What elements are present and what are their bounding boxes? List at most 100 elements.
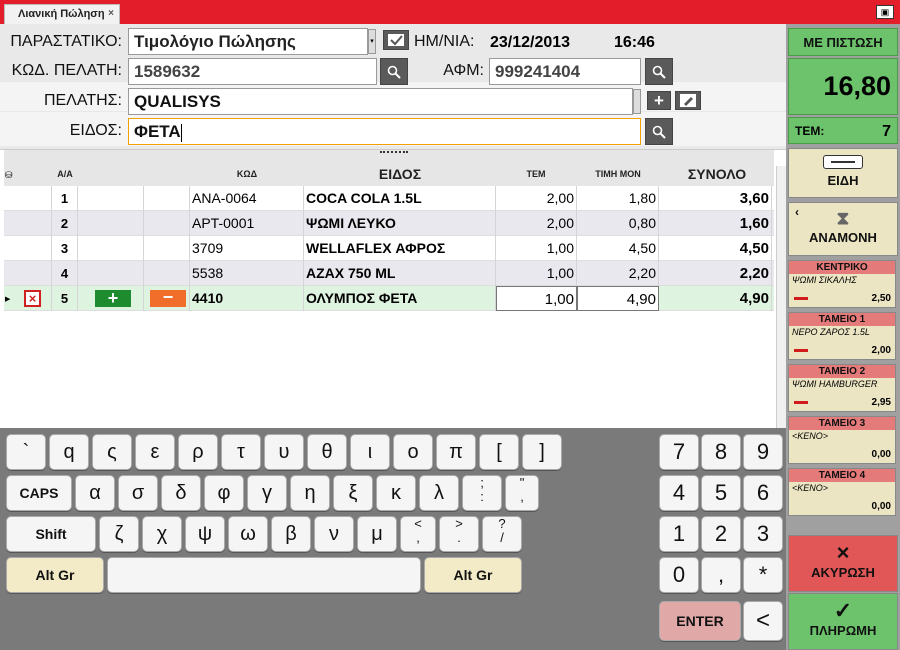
key[interactable]: [ [479, 434, 519, 470]
add-icon[interactable]: + [647, 91, 671, 110]
item-label: ΕΙΔΟΣ: [69, 122, 122, 139]
vat-field[interactable]: 999241404 [489, 58, 641, 85]
hold-slot[interactable]: ΚΕΝΤΡΙΚΟ ΨΩΜΙ ΣΙΚΑΛΗΣ 2,50 [788, 260, 896, 308]
altgr-right-key[interactable]: Alt Gr [424, 557, 522, 593]
key[interactable]: π [436, 434, 476, 470]
qty-input[interactable]: 1,00 [496, 286, 577, 311]
key[interactable]: σ [118, 475, 158, 511]
key[interactable]: ] [522, 434, 562, 470]
key[interactable]: ξ [333, 475, 373, 511]
grid-settings-icon[interactable]: ⛁ [5, 170, 13, 181]
tab-retail-sale[interactable]: Λιανική Πώληση × [4, 4, 120, 24]
key[interactable]: θ [307, 434, 347, 470]
chevron-down-icon[interactable]: ▾ [368, 29, 376, 54]
key[interactable]: ρ [178, 434, 218, 470]
status-bar [794, 297, 808, 300]
shift-key[interactable]: Shift [6, 516, 96, 552]
row-qty: 1,00 [496, 261, 577, 286]
hold-slot[interactable]: ΤΑΜΕΙΟ 3 <ΚΕΝΟ> 0,00 [788, 416, 896, 464]
key[interactable]: ω [228, 516, 268, 552]
delete-row-icon[interactable]: × [24, 290, 41, 307]
key[interactable]: ε [135, 434, 175, 470]
table-row-selected[interactable]: ▶ × 5 + − 4410 ΟΛΥΜΠΟΣ ΦΕΤΑ 1,00 4,90 4,… [4, 286, 774, 311]
increase-qty-icon[interactable]: + [95, 289, 131, 307]
quote-key[interactable]: ", [505, 475, 539, 511]
hold-button[interactable]: ‹ ⧗ ΑΝΑΜΟΝΗ [788, 202, 898, 256]
key[interactable]: τ [221, 434, 261, 470]
checkmark-icon[interactable] [383, 30, 409, 50]
cancel-button[interactable]: × ΑΚΥΡΩΣΗ [788, 535, 898, 592]
close-icon: × [836, 540, 850, 565]
column-total: ΣΥΝΟΛΟ [687, 166, 747, 182]
key[interactable]: α [75, 475, 115, 511]
customer-field[interactable]: QUALISYS [128, 88, 633, 115]
key[interactable]: ι [350, 434, 390, 470]
key[interactable]: ν [314, 516, 354, 552]
pay-button[interactable]: ✓ ΠΛΗΡΩΜΗ [788, 593, 898, 650]
key[interactable]: υ [264, 434, 304, 470]
key[interactable]: ς [92, 434, 132, 470]
numpad-key[interactable]: 7 [659, 434, 699, 470]
row-aa: 4 [52, 261, 78, 286]
key[interactable]: γ [247, 475, 287, 511]
enter-key[interactable]: ENTER [659, 601, 741, 641]
semicolon-key[interactable]: ;: [462, 475, 502, 511]
space-key[interactable] [107, 557, 421, 593]
numpad-key[interactable]: * [743, 557, 783, 593]
search-icon[interactable] [380, 58, 408, 85]
row-aa: 2 [52, 211, 78, 236]
caps-key[interactable]: CAPS [6, 475, 72, 511]
key[interactable]: δ [161, 475, 201, 511]
key[interactable]: κ [376, 475, 416, 511]
edit-icon[interactable] [675, 91, 701, 110]
numpad-key[interactable]: 1 [659, 516, 699, 552]
numpad-key[interactable]: 3 [743, 516, 783, 552]
key[interactable]: χ [142, 516, 182, 552]
numpad-key[interactable]: 5 [701, 475, 741, 511]
customer-code-field[interactable]: 1589632 [128, 58, 377, 85]
hold-slot[interactable]: ΤΑΜΕΙΟ 2 ΨΩΜΙ HAMBURGER 2,95 [788, 364, 896, 412]
key[interactable]: β [271, 516, 311, 552]
numpad-key[interactable]: , [701, 557, 741, 593]
slash-key[interactable]: ? / [482, 516, 522, 552]
numpad-key[interactable]: 0 [659, 557, 699, 593]
splitter-grip[interactable] [380, 151, 408, 155]
window-menu-icon[interactable]: ▣ [876, 5, 894, 19]
hold-slot[interactable]: ΤΑΜΕΙΟ 1 ΝΕΡΟ ΖΑΡΟΣ 1.5L 2,00 [788, 312, 896, 360]
items-button[interactable]: ΕΙΔΗ [788, 148, 898, 198]
numpad-key[interactable]: 4 [659, 475, 699, 511]
lt-key[interactable]: <, [400, 516, 436, 552]
close-icon[interactable]: × [108, 8, 114, 19]
key[interactable]: λ [419, 475, 459, 511]
table-row[interactable]: 4 5538 AZAX 750 ML 1,00 2,20 2,20 [4, 261, 774, 286]
table-row[interactable]: 3 3709 WELLAFLEX ΑΦΡΟΣ 1,00 4,50 4,50 [4, 236, 774, 261]
key[interactable]: ψ [185, 516, 225, 552]
decrease-qty-icon[interactable]: − [150, 288, 186, 307]
search-icon[interactable] [645, 118, 673, 145]
chevron-down-icon[interactable] [633, 89, 641, 114]
grid-scrollbar[interactable] [776, 166, 786, 428]
row-qty: 2,00 [496, 186, 577, 211]
key[interactable]: μ [357, 516, 397, 552]
numpad-key[interactable]: 8 [701, 434, 741, 470]
key[interactable]: ζ [99, 516, 139, 552]
gt-key[interactable]: >. [439, 516, 479, 552]
search-icon[interactable] [645, 58, 673, 85]
altgr-left-key[interactable]: Alt Gr [6, 557, 104, 593]
numpad-key[interactable]: 2 [701, 516, 741, 552]
table-row[interactable]: 1 ANA-0064 COCA COLA 1.5L 2,00 1,80 3,60 [4, 186, 774, 211]
numpad-key[interactable]: 9 [743, 434, 783, 470]
table-row[interactable]: 2 APT-0001 ΨΩΜΙ ΛΕΥΚΟ 2,00 0,80 1,60 [4, 211, 774, 236]
document-select[interactable]: Τιμολόγιο Πώλησης [128, 28, 368, 55]
key[interactable]: η [290, 475, 330, 511]
key[interactable]: φ [204, 475, 244, 511]
key[interactable]: ` [6, 434, 46, 470]
item-search-field[interactable]: ΦΕΤΑ [128, 118, 641, 145]
backspace-key[interactable]: < [743, 601, 783, 641]
key[interactable]: ο [393, 434, 433, 470]
key[interactable]: q [49, 434, 89, 470]
numpad-key[interactable]: 6 [743, 475, 783, 511]
price-input[interactable]: 4,90 [577, 286, 659, 311]
hold-slot[interactable]: ΤΑΜΕΙΟ 4 <ΚΕΝΟ> 0,00 [788, 468, 896, 516]
credit-label[interactable]: ΜΕ ΠΙΣΤΩΣΗ [788, 28, 898, 56]
